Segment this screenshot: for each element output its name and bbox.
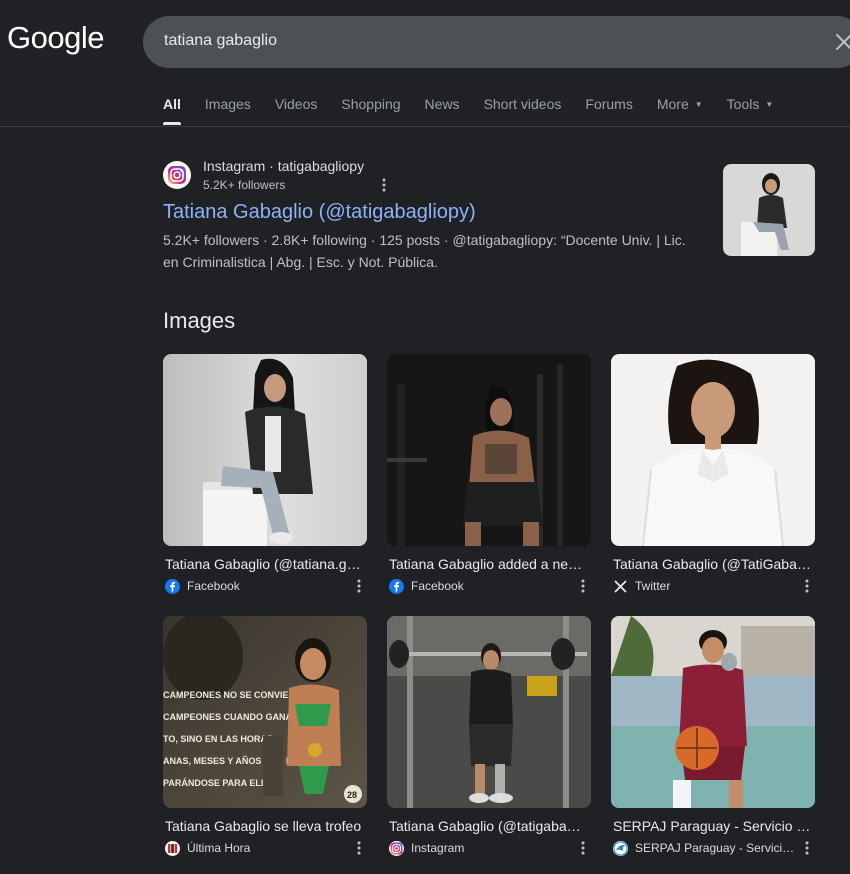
tab-shopping[interactable]: Shopping [341,96,400,112]
image-source[interactable]: Última Hora [163,839,367,857]
instagram-icon[interactable] [163,161,191,189]
image-card[interactable]: Tatiana Gabaglio (@tatigabagliopy) Insta… [387,616,591,857]
caret-down-icon: ▼ [765,99,774,109]
image-source[interactable]: SERPAJ Paraguay - Servicio Paz y Justici… [611,839,815,857]
image-source-label: Última Hora [187,841,251,855]
ultima-hora-icon [165,840,180,856]
search-input[interactable]: tatiana gabaglio [164,32,277,50]
result-thumbnail[interactable] [723,164,815,256]
image-card[interactable]: Tatiana Gabaglio (@tatiana.gabaglio) Fac… [163,354,367,595]
images-section-heading: Images [163,308,236,333]
tab-images[interactable]: Images [205,96,251,112]
image-caption[interactable]: Tatiana Gabaglio added a new photo [387,556,587,572]
more-options-icon[interactable] [376,177,392,193]
image-card[interactable]: Tatiana Gabaglio (@TatiGabaglio) Twitter [611,354,815,595]
tabs-divider [0,126,850,127]
image-source-label: Facebook [411,579,464,593]
image-caption[interactable]: Tatiana Gabaglio (@tatiana.gabaglio) [163,556,363,572]
more-options-icon[interactable] [799,578,815,594]
tab-videos[interactable]: Videos [275,96,318,112]
image-source[interactable]: Facebook [163,577,367,595]
image-source-label: Facebook [187,579,240,593]
poster-text: TO, SINO EN LAS HORAS, [163,734,275,744]
poster-text: PARÁNDOSE PARA ELLO." [163,778,280,788]
more-options-icon[interactable] [799,840,815,856]
tab-tools[interactable]: Tools ▼ [727,96,774,112]
tab-forums[interactable]: Forums [585,96,632,112]
image-caption[interactable]: SERPAJ Paraguay - Servicio Paz y Justici… [611,818,811,834]
x-icon [613,578,628,594]
facebook-icon [165,578,180,594]
image-source-label: SERPAJ Paraguay - Servicio Paz y Justici… [635,841,795,855]
image-card[interactable]: CAMPEONES NO SE CONVIERTEN CAMPEONES CUA… [163,616,367,857]
more-options-icon[interactable] [575,840,591,856]
tab-all[interactable]: All [163,96,181,125]
google-search-results-page: Google tatiana gabaglio All Images Video… [0,0,850,874]
more-options-icon[interactable] [351,578,367,594]
result-source-name[interactable]: Instagram · tatigabagliopy [203,158,364,174]
image-thumbnail[interactable] [163,354,367,546]
image-thumbnail[interactable]: CAMPEONES NO SE CONVIERTEN CAMPEONES CUA… [163,616,367,808]
caret-down-icon: ▼ [694,99,703,109]
image-source[interactable]: Facebook [387,577,591,595]
tab-news[interactable]: News [425,96,460,112]
more-options-icon[interactable] [575,578,591,594]
image-source[interactable]: Twitter [611,577,815,595]
google-logo[interactable]: Google [7,20,104,56]
image-card[interactable]: Tatiana Gabaglio added a new photo Faceb… [387,354,591,595]
medal-number: 28 [347,790,357,800]
tab-more[interactable]: More ▼ [657,96,703,112]
search-box[interactable]: tatiana gabaglio [143,16,850,68]
image-caption[interactable]: Tatiana Gabaglio (@TatiGabaglio) [611,556,811,572]
serpaj-icon [613,840,628,856]
search-tabs: All Images Videos Shopping News Short vi… [163,96,774,125]
facebook-icon [389,578,404,594]
result-source-followers: 5.2K+ followers [203,178,286,192]
image-thumbnail[interactable] [387,616,591,808]
image-source-label: Instagram [411,841,465,855]
result-snippet: 5.2K+ followers · 2.8K+ following · 125 … [163,232,686,270]
image-card[interactable]: SERPAJ Paraguay - Servicio Paz y Justici… [611,616,815,857]
image-source[interactable]: Instagram [387,839,591,857]
image-caption[interactable]: Tatiana Gabaglio (@tatigabagliopy) [387,818,587,834]
image-thumbnail[interactable] [611,616,815,808]
instagram-icon [389,840,404,856]
result-title-link[interactable]: Tatiana Gabaglio (@tatigabagliopy) [163,201,476,224]
tab-short-videos[interactable]: Short videos [484,96,562,112]
image-thumbnail[interactable] [387,354,591,546]
image-thumbnail[interactable] [611,354,815,546]
image-caption[interactable]: Tatiana Gabaglio se lleva trofeo [163,818,363,834]
close-icon[interactable] [833,31,850,53]
more-options-icon[interactable] [351,840,367,856]
image-source-label: Twitter [635,579,671,593]
